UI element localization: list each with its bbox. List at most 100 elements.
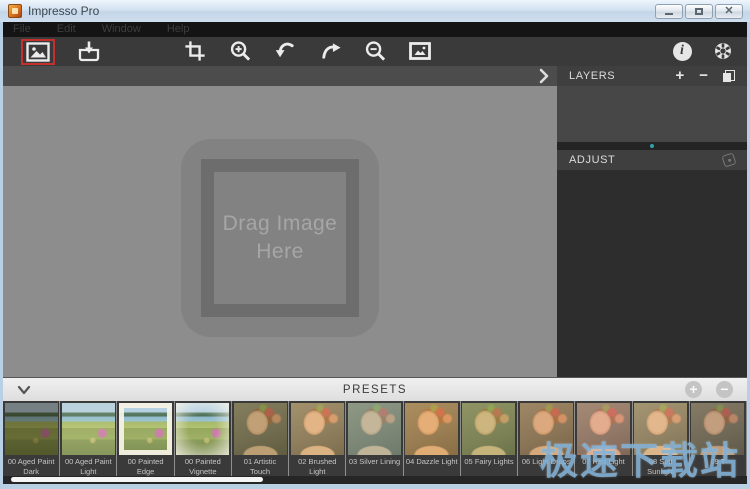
preset-thumbnail[interactable] xyxy=(405,403,458,455)
preset-tint-overlay xyxy=(176,403,229,455)
crop-button[interactable] xyxy=(183,39,207,63)
preset-item[interactable]: 00 Painted Edge xyxy=(117,401,174,476)
preset-tint-overlay xyxy=(291,403,344,455)
zoom-in-button[interactable] xyxy=(228,39,252,63)
randomize-icon[interactable] xyxy=(721,152,736,167)
preset-label: 07 Red Light xyxy=(575,455,631,476)
menu-item-help[interactable]: Help xyxy=(167,23,190,35)
main-content: Drag Image Here LAYERS + − xyxy=(3,66,747,377)
window-title: Impresso Pro xyxy=(28,4,99,18)
maximize-button[interactable] xyxy=(685,4,713,19)
window-controls: ✕ xyxy=(655,4,745,19)
presets-bar: PRESETS + − xyxy=(3,377,747,401)
collapse-presets-chevron[interactable] xyxy=(17,385,31,395)
app-body: File Edit Window Help xyxy=(3,22,747,484)
adjust-panel-title: ADJUST xyxy=(569,154,615,166)
info-button[interactable]: i xyxy=(670,39,694,63)
duplicate-layer-icon[interactable] xyxy=(723,70,735,82)
panel-splitter[interactable] xyxy=(557,142,747,150)
gear-icon xyxy=(713,41,733,61)
preset-thumbnail[interactable] xyxy=(291,403,344,455)
layers-actions: + − xyxy=(675,68,735,83)
adjust-actions xyxy=(723,154,735,166)
image-drop-zone[interactable]: Drag Image Here xyxy=(181,139,379,337)
preset-zoom-in-button[interactable]: + xyxy=(685,381,702,398)
preset-label: 06 Light Drops xyxy=(518,455,574,476)
preset-item[interactable]: 09 T xyxy=(690,401,747,476)
preset-item[interactable]: 07 Red Light xyxy=(575,401,632,476)
close-button[interactable]: ✕ xyxy=(715,4,743,19)
preset-thumbnail[interactable] xyxy=(176,403,229,455)
collapse-panel-chevron[interactable] xyxy=(539,68,549,84)
info-icon: i xyxy=(673,42,692,61)
preset-item[interactable]: 00 Painted Vignette xyxy=(175,401,232,476)
preset-item[interactable]: 02 Brushed Light xyxy=(289,401,346,476)
preset-item[interactable]: 03 Silver Lining xyxy=(346,401,403,476)
preset-label: 08 Soft Sunlight xyxy=(633,455,689,476)
preset-label: 00 Aged Paint Dark xyxy=(3,455,59,476)
preset-item[interactable]: 04 Dazzle Light xyxy=(404,401,461,476)
presets-title: PRESETS xyxy=(3,384,747,396)
frame-button[interactable] xyxy=(408,39,432,63)
preset-thumbnail[interactable] xyxy=(234,403,287,455)
import-image-button[interactable] xyxy=(77,39,101,63)
zoom-in-icon xyxy=(229,40,252,63)
presets-scrollbar[interactable] xyxy=(3,476,747,484)
toolbar: i xyxy=(3,37,747,66)
preset-thumbnail[interactable] xyxy=(691,403,744,455)
preset-label: 00 Aged Paint Light xyxy=(60,455,116,476)
preset-label: 04 Dazzle Light xyxy=(404,455,460,476)
preset-label: 05 Fairy Lights xyxy=(461,455,517,476)
menubar: File Edit Window Help xyxy=(3,22,747,37)
presets-buttons: + − xyxy=(685,381,747,398)
drop-zone-inner-frame: Drag Image Here xyxy=(201,159,359,317)
preset-label: 09 T xyxy=(690,455,746,476)
minimize-button[interactable] xyxy=(655,4,683,19)
titlebar: Impresso Pro ✕ xyxy=(0,0,750,22)
preset-item[interactable]: 01 Artistic Touch xyxy=(232,401,289,476)
preset-label: 03 Silver Lining xyxy=(346,455,402,476)
active-tool-highlight xyxy=(21,39,55,65)
presets-scrollbar-thumb[interactable] xyxy=(11,477,263,482)
canvas-column: Drag Image Here xyxy=(3,66,557,377)
canvas-header-strip xyxy=(3,66,557,86)
preset-zoom-out-button[interactable]: − xyxy=(716,381,733,398)
preset-item[interactable]: 00 Aged Paint Light xyxy=(60,401,117,476)
layers-list[interactable] xyxy=(557,86,747,142)
preset-tint-overlay xyxy=(234,403,287,455)
preset-thumbnail[interactable] xyxy=(520,403,573,455)
preset-tint-overlay xyxy=(462,403,515,455)
drop-zone-text-line2: Here xyxy=(256,238,304,266)
preset-thumbnail[interactable] xyxy=(62,403,115,455)
undo-button[interactable] xyxy=(273,39,297,63)
remove-layer-icon[interactable]: − xyxy=(699,68,708,83)
preset-item[interactable]: 00 Aged Paint Dark xyxy=(3,401,60,476)
preset-tint-overlay xyxy=(520,403,573,455)
preset-item[interactable]: 05 Fairy Lights xyxy=(461,401,518,476)
open-image-button[interactable] xyxy=(26,40,50,64)
menu-item-file[interactable]: File xyxy=(13,23,31,35)
preset-label: 01 Artistic Touch xyxy=(232,455,288,476)
redo-icon xyxy=(319,40,342,63)
preset-thumbnail[interactable] xyxy=(5,403,58,455)
minimize-icon xyxy=(665,13,673,15)
preset-thumbnail[interactable] xyxy=(119,403,172,455)
preset-thumbnail[interactable] xyxy=(462,403,515,455)
settings-button[interactable] xyxy=(711,39,735,63)
preset-tint-overlay xyxy=(691,403,744,455)
zoom-out-button[interactable] xyxy=(363,39,387,63)
preset-tint-overlay xyxy=(577,403,630,455)
preset-item[interactable]: 08 Soft Sunlight xyxy=(633,401,690,476)
redo-button[interactable] xyxy=(318,39,342,63)
open-image-icon xyxy=(26,42,50,62)
menu-item-edit[interactable]: Edit xyxy=(57,23,76,35)
preset-label: 02 Brushed Light xyxy=(289,455,345,476)
preset-thumbnail[interactable] xyxy=(348,403,401,455)
adjust-panel-body xyxy=(557,170,747,377)
preset-thumbnail[interactable] xyxy=(577,403,630,455)
add-layer-icon[interactable]: + xyxy=(675,68,684,83)
preset-item[interactable]: 06 Light Drops xyxy=(518,401,575,476)
preset-thumbnail[interactable] xyxy=(634,403,687,455)
zoom-out-icon xyxy=(364,40,387,63)
menu-item-window[interactable]: Window xyxy=(102,23,141,35)
